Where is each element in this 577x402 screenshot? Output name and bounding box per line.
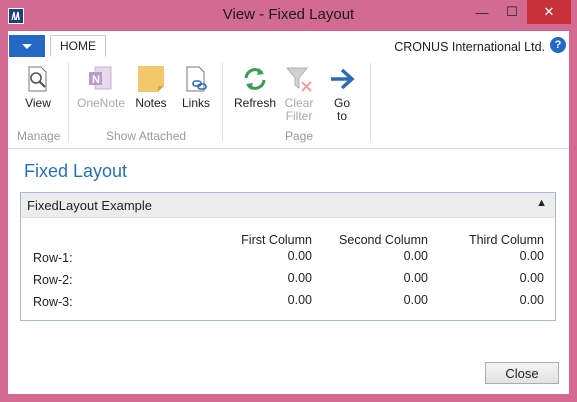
cell-row3-first: 0.00 bbox=[287, 293, 312, 307]
onenote-button[interactable]: N OneNote bbox=[77, 63, 125, 110]
clear-filter-line-2: Filter bbox=[285, 109, 313, 123]
view-label: View bbox=[25, 96, 51, 110]
refresh-label: Refresh bbox=[234, 96, 277, 110]
view-icon bbox=[22, 63, 54, 95]
group-separator bbox=[68, 63, 69, 141]
tab-home[interactable]: HOME bbox=[50, 35, 106, 57]
svg-text:N: N bbox=[92, 74, 100, 86]
group-label-show-attached: Show Attached bbox=[106, 129, 187, 143]
row-label-3: Row-3: bbox=[33, 295, 73, 309]
onenote-icon: N bbox=[85, 63, 117, 95]
cell-row2-first: 0.00 bbox=[287, 271, 312, 285]
column-header-third: Third Column bbox=[468, 233, 544, 247]
application-window: View - Fixed Layout — ☐ ✕ HOME CRONUS In… bbox=[0, 0, 577, 402]
refresh-button[interactable]: Refresh bbox=[234, 63, 276, 110]
help-icon[interactable]: ? bbox=[550, 37, 566, 53]
links-label: Links bbox=[181, 96, 210, 110]
company-name[interactable]: CRONUS International Ltd. bbox=[394, 40, 545, 54]
row-label-1: Row-1: bbox=[33, 251, 73, 265]
fasttab-title: FixedLayout Example bbox=[27, 198, 153, 213]
column-header-second: Second Column bbox=[339, 233, 428, 247]
fasttab-fixedlayout-example: FixedLayout Example ▲ First Column Secon… bbox=[20, 192, 556, 321]
notes-label: Notes bbox=[135, 96, 167, 110]
minimize-button[interactable]: — bbox=[468, 0, 496, 24]
fasttab-header[interactable]: FixedLayout Example ▲ bbox=[21, 193, 555, 218]
refresh-icon bbox=[239, 63, 271, 95]
arrow-right-icon bbox=[326, 63, 358, 95]
maximize-button[interactable]: ☐ bbox=[498, 0, 526, 24]
cell-row2-third: 0.00 bbox=[519, 271, 544, 285]
links-button[interactable]: Links bbox=[180, 63, 212, 110]
onenote-label: OneNote bbox=[77, 96, 126, 110]
row-label-2: Row-2: bbox=[33, 273, 73, 287]
close-button[interactable]: Close bbox=[485, 362, 559, 384]
go-to-line-1: Go bbox=[333, 96, 350, 110]
go-to-button[interactable]: Go to bbox=[326, 63, 358, 123]
cell-row3-third: 0.00 bbox=[519, 293, 544, 307]
cell-row1-first: 0.00 bbox=[287, 249, 312, 263]
client-area: HOME CRONUS International Ltd. ? View Ma… bbox=[8, 31, 569, 394]
go-to-label: Go to bbox=[334, 97, 350, 123]
application-menu-button[interactable] bbox=[9, 35, 45, 57]
title-bar: View - Fixed Layout — ☐ ✕ bbox=[0, 0, 577, 31]
cell-row3-second: 0.00 bbox=[403, 293, 428, 307]
cell-row2-second: 0.00 bbox=[403, 271, 428, 285]
notes-button[interactable]: Notes bbox=[135, 63, 167, 110]
dropdown-arrow-icon bbox=[22, 43, 32, 49]
links-icon bbox=[180, 63, 212, 95]
view-button[interactable]: View bbox=[22, 63, 54, 110]
ribbon: View Manage N OneNote Notes Links Show A… bbox=[8, 57, 569, 149]
group-separator bbox=[222, 63, 223, 141]
ribbon-tab-row: HOME CRONUS International Ltd. ? bbox=[8, 31, 569, 58]
group-label-manage: Manage bbox=[17, 129, 61, 143]
close-window-button[interactable]: ✕ bbox=[527, 0, 571, 24]
clear-filter-button[interactable]: Clear Filter bbox=[283, 63, 315, 123]
column-header-first: First Column bbox=[241, 233, 312, 247]
notes-icon bbox=[135, 63, 167, 95]
clear-filter-label: Clear Filter bbox=[285, 97, 314, 123]
group-separator bbox=[370, 63, 371, 141]
cell-row1-second: 0.00 bbox=[403, 249, 428, 263]
clear-filter-line-1: Clear bbox=[284, 96, 314, 110]
clear-filter-icon bbox=[283, 63, 315, 95]
group-label-page: Page bbox=[285, 129, 314, 143]
go-to-line-2: to bbox=[336, 109, 347, 123]
page-title: Fixed Layout bbox=[24, 161, 128, 181]
cell-row1-third: 0.00 bbox=[519, 249, 544, 263]
chevron-up-icon[interactable]: ▲ bbox=[536, 197, 547, 209]
